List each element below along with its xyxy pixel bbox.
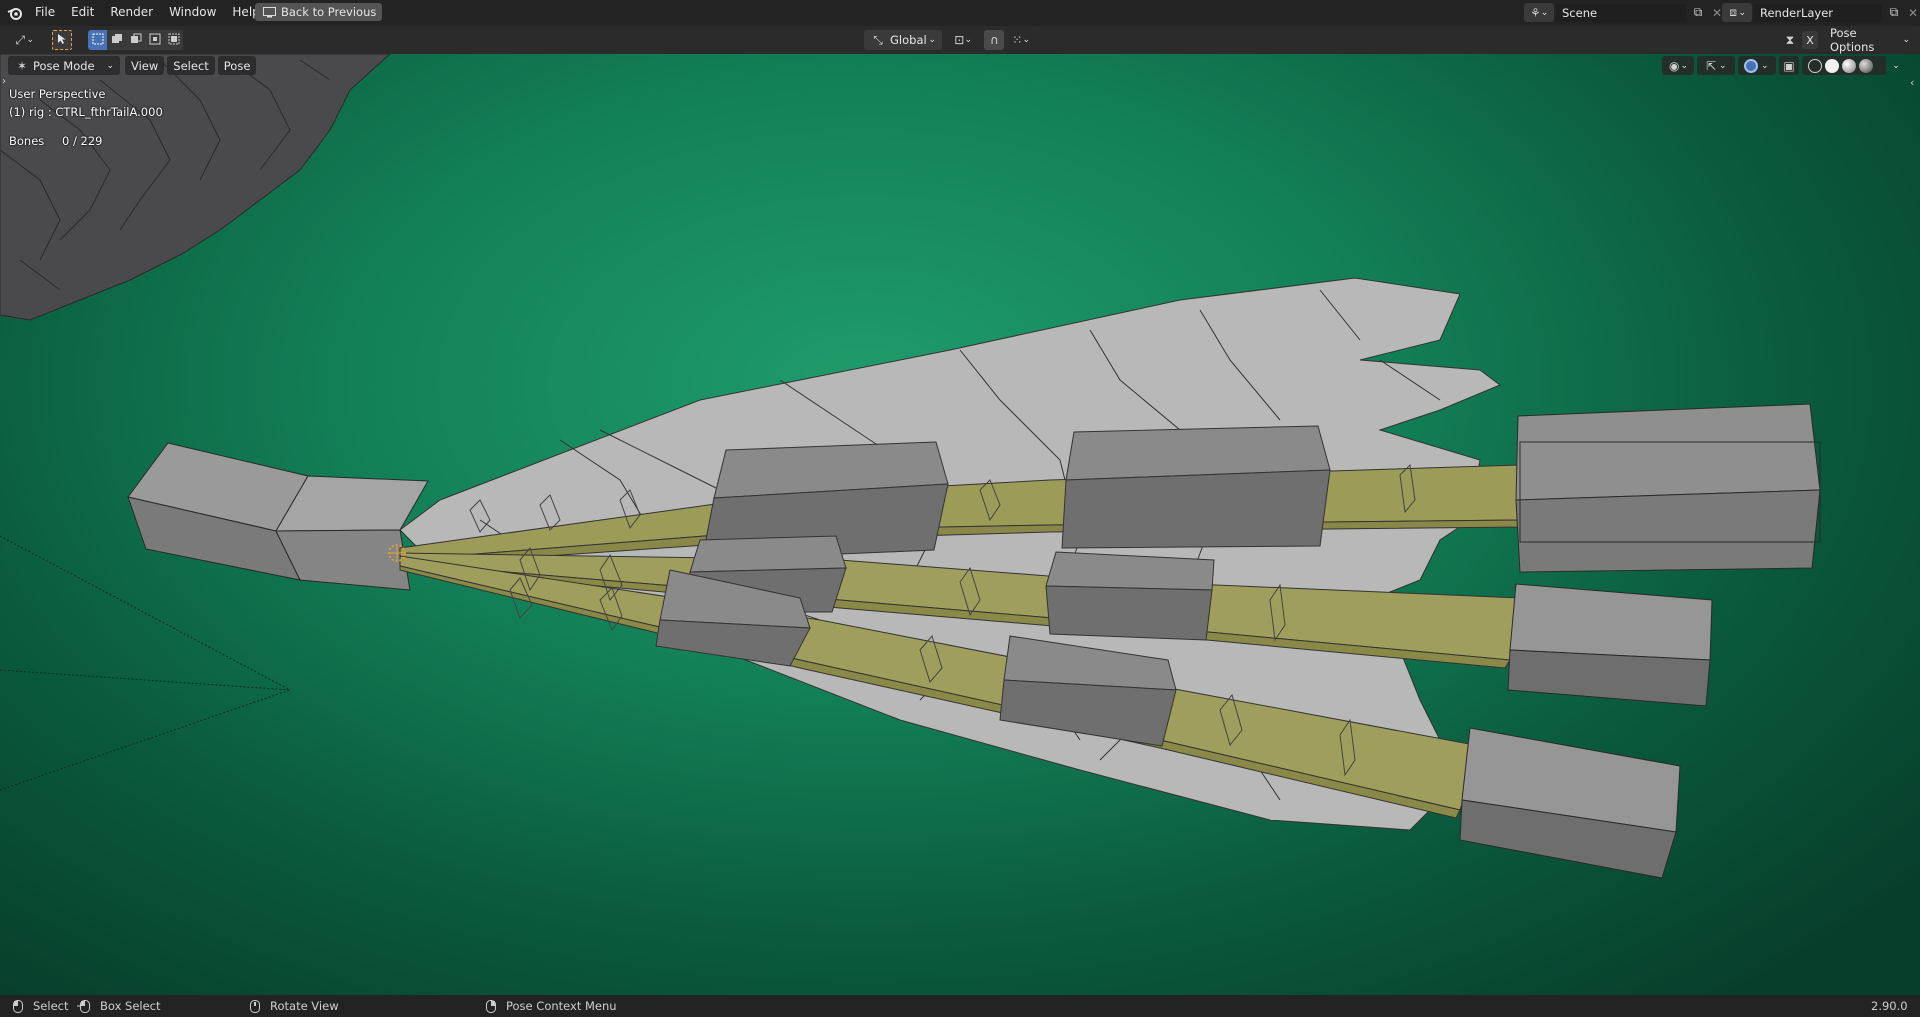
gizmo-icon: ⇱: [1705, 58, 1717, 73]
render-layer-name-field[interactable]: RenderLayer: [1754, 3, 1882, 22]
select-extend-icon: [111, 33, 123, 48]
pose-options-dropdown[interactable]: Pose Options ⌄: [1824, 26, 1916, 54]
menu-edit[interactable]: Edit: [63, 5, 102, 19]
render-layer-selector: ⧈ ⌄ RenderLayer ⧉ ✕: [1722, 3, 1920, 22]
mouse-right-icon: [483, 998, 499, 1014]
scene-selector: ⚘ ⌄ Scene ⧉ ✕: [1524, 3, 1725, 22]
solid-shading-icon[interactable]: [1825, 58, 1839, 73]
mode-dropdown[interactable]: ✶ Pose Mode ⌄: [8, 56, 120, 75]
select-intersect-icon: [168, 33, 180, 48]
menu-window[interactable]: Window: [161, 5, 224, 19]
screen-icon: [261, 4, 277, 20]
select-mode-group: [88, 30, 183, 50]
pose-menu[interactable]: Pose: [217, 56, 257, 75]
view-perspective-label: User Perspective: [9, 87, 106, 101]
back-to-previous-button[interactable]: Back to Previous: [255, 3, 383, 21]
active-object-label: (1) rig : CTRL_fthrTailA.000: [9, 105, 163, 119]
duplicate-scene-icon[interactable]: ⧉: [1690, 5, 1706, 21]
transform-orientation-dropdown[interactable]: ⤡ Global ⌄: [864, 30, 942, 50]
shading-mode-group: [1802, 56, 1886, 75]
object-visibility-dropdown[interactable]: ◉ ⌄: [1662, 56, 1694, 75]
status-context-menu-label: Pose Context Menu: [506, 999, 617, 1013]
material-shading-icon[interactable]: [1842, 58, 1856, 73]
chevron-down-icon: ⌄: [1892, 60, 1900, 71]
editor-type-icon: ⤢: [15, 32, 26, 47]
3d-viewport[interactable]: ✶ Pose Mode ⌄ View Select Pose ◉ ⌄ ⇱ ⌄ ⌄ ▣…: [0, 54, 1920, 995]
bones-stat-label: Bones: [9, 134, 45, 148]
sidebar-toggle-icon[interactable]: ‹: [1910, 76, 1914, 89]
snap-target-dropdown[interactable]: ⁙ ⌄: [1006, 30, 1036, 50]
cursor-arrow-icon: [57, 33, 67, 48]
mouse-drag-icon: [76, 998, 92, 1014]
mouse-left-icon: [10, 998, 26, 1014]
chevron-down-icon: ⌄: [928, 35, 936, 45]
chevron-down-icon: ⌄: [1902, 35, 1910, 45]
back-to-previous-label: Back to Previous: [281, 5, 377, 19]
magnet-icon: ∩: [990, 33, 999, 47]
status-select-label: Select: [33, 999, 69, 1013]
transform-orientation-label: Global: [890, 33, 927, 47]
toolbar-toggle-icon[interactable]: ›: [2, 76, 6, 87]
snap-increment-icon: ⁙: [1012, 33, 1023, 47]
scene-name-field[interactable]: Scene: [1556, 3, 1686, 22]
select-invert-icon: [149, 33, 161, 48]
wireframe-shading-icon[interactable]: [1808, 58, 1822, 73]
overlays-dropdown[interactable]: ⌄: [1738, 56, 1776, 75]
chevron-down-icon: ⌄: [106, 60, 114, 71]
mode-label: Pose Mode: [33, 58, 95, 73]
top-menu-bar: File Edit Render Window Help Back to Pre…: [0, 0, 1920, 26]
rendered-shading-icon[interactable]: [1859, 58, 1873, 73]
mirror-options-icon[interactable]: ⧗: [1782, 32, 1798, 48]
duplicate-layer-icon[interactable]: ⧉: [1886, 5, 1902, 21]
view-menu[interactable]: View: [125, 56, 165, 75]
pivot-point-icon: ⊡: [954, 33, 965, 47]
pose-mode-icon: ✶: [16, 58, 28, 73]
menu-render[interactable]: Render: [102, 5, 161, 19]
tool-header: ⤢ ⌄ ⤡ Global ⌄ ⊡ ⌄ ∩ ⁙ ⌄ ⧗ X Pose Option…: [0, 26, 1920, 54]
select-new-icon: [92, 33, 104, 48]
scene-render: [0, 54, 1821, 879]
active-tool-select-button[interactable]: [52, 30, 72, 50]
overlays-icon: [1744, 58, 1758, 73]
select-invert-button[interactable]: [145, 30, 164, 50]
x-mirror-button[interactable]: X: [1802, 31, 1818, 49]
select-new-button[interactable]: [88, 30, 107, 50]
pose-options-label: Pose Options: [1830, 26, 1875, 54]
version-label: 2.90.0: [1871, 999, 1908, 1013]
select-subtract-button[interactable]: [126, 30, 145, 50]
select-subtract-icon: [130, 33, 142, 48]
scene-browse-button[interactable]: ⚘ ⌄: [1524, 3, 1554, 22]
orientation-global-icon: ⤡: [873, 32, 883, 47]
xray-icon: ▣: [1783, 58, 1795, 73]
shading-options-dropdown[interactable]: ⌄: [1889, 56, 1903, 75]
pivot-point-dropdown[interactable]: ⊡ ⌄: [948, 30, 978, 50]
viewport-display-controls: ◉ ⌄ ⇱ ⌄ ⌄ ▣ ⌄: [1662, 56, 1903, 75]
mouse-middle-icon: [247, 998, 263, 1014]
render-layer-browse-button[interactable]: ⧈ ⌄: [1722, 3, 1752, 22]
select-extend-button[interactable]: [107, 30, 126, 50]
status-bar: Select Box Select Rotate View Pose Conte…: [0, 995, 1920, 1017]
scene-icon: ⚘: [1530, 5, 1541, 20]
camera-frustum-lines: [0, 535, 291, 791]
snap-toggle-button[interactable]: ∩: [984, 30, 1004, 50]
menu-file[interactable]: File: [27, 5, 63, 19]
root-widget-boxes: [127, 442, 429, 591]
close-layer-icon[interactable]: ✕: [1905, 5, 1920, 21]
xray-toggle-button[interactable]: ▣: [1779, 56, 1799, 75]
render-layers-icon: ⧈: [1729, 5, 1738, 19]
eye-icon: ◉: [1668, 58, 1680, 73]
status-box-select-label: Box Select: [100, 999, 161, 1013]
bones-stat-value: 0 / 229: [62, 134, 103, 148]
gizmo-dropdown[interactable]: ⇱ ⌄: [1697, 56, 1735, 75]
select-menu[interactable]: Select: [167, 56, 215, 75]
blender-logo-icon[interactable]: [7, 5, 23, 21]
editor-type-button[interactable]: ⤢ ⌄: [8, 30, 40, 50]
status-rotate-view-label: Rotate View: [270, 999, 339, 1013]
select-intersect-button[interactable]: [164, 30, 183, 50]
